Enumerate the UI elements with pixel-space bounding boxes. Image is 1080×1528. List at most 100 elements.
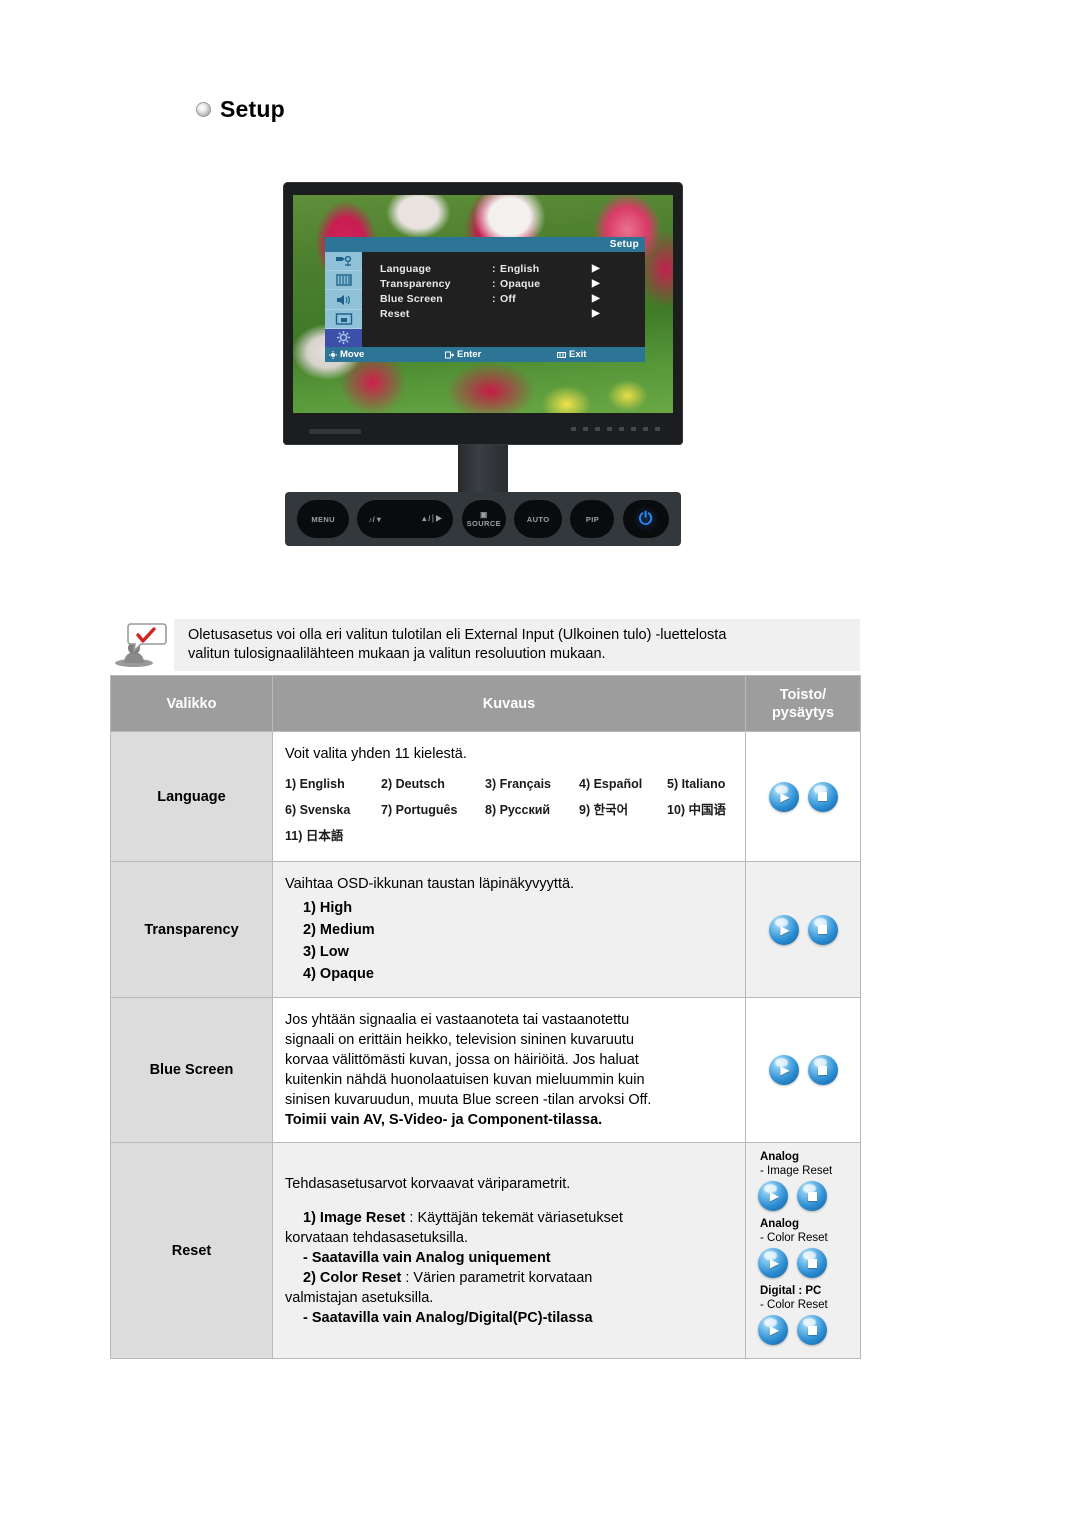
description-transparency: Vaihtaa OSD-ikkunan taustan läpinäkyvyyt…: [272, 861, 746, 998]
blue-screen-line-1: Jos yhtään signaalia ei vastaanoteta tai…: [285, 1012, 630, 1028]
osd-footer-enter: Enter: [445, 349, 557, 360]
play-sphere-icon[interactable]: ▶: [758, 1315, 788, 1345]
auto-button[interactable]: AUTO: [514, 500, 563, 538]
play-stop-pair: ▶: [751, 1248, 828, 1278]
source-button[interactable]: ▣ SOURCE: [461, 500, 506, 538]
pip-icon[interactable]: [325, 310, 362, 329]
pip-button[interactable]: PIP: [570, 500, 615, 538]
play-stop-pair: ▶: [747, 914, 859, 945]
blue-screen-bold-note: Toimii vain AV, S-Video- ja Component-ti…: [285, 1112, 603, 1128]
blue-screen-line-5: sinisen kuvaruudun, muuta Blue screen -t…: [285, 1092, 652, 1108]
reset-item-1-note: - Saatavilla vain Analog uniquement: [303, 1249, 551, 1266]
chevron-right-icon: ▶: [592, 293, 600, 304]
language-item: 5) Italiano: [667, 777, 726, 791]
note-box: Oletusasetus voi olla eri valitun tuloti…: [110, 619, 860, 671]
monitor-screen: Setup Language: English ▶ Transparency …: [293, 195, 673, 413]
osd-row-language[interactable]: Language : English ▶: [380, 261, 645, 276]
setup-gear-icon[interactable]: [325, 328, 362, 348]
brand-logo: [309, 429, 361, 434]
osd-title: Setup: [325, 237, 645, 252]
stop-sphere-icon[interactable]: [797, 1315, 827, 1345]
monitor-control-panel: MENU ♪/▼ ▲/⏐▶ ▣ SOURCE AUTO PIP ⏻: [285, 492, 681, 546]
language-item: 2) Deutsch: [381, 777, 445, 791]
osd-row-value: Opaque: [500, 277, 541, 290]
input-source-icon[interactable]: [325, 252, 362, 272]
language-list: 1) English 2) Deutsch 3) Français 4) Españo…: [285, 771, 745, 849]
osd-footer-label: Exit: [569, 349, 587, 360]
osd-footer-label: Move: [340, 349, 365, 360]
blue-screen-line-3: korvaa välittömästi kuvan, jossa on häir…: [285, 1052, 639, 1068]
stop-sphere-icon[interactable]: [807, 1055, 838, 1085]
description-reset: Tehdasasetusarvot korvaavat väriparametr…: [272, 1142, 746, 1359]
gear-bullet-icon: [196, 102, 211, 117]
play-sphere-icon[interactable]: ▶: [758, 1181, 788, 1211]
osd-row-label: Blue Screen: [380, 292, 443, 305]
osd-footer-move: Move: [329, 349, 445, 360]
play-sphere-icon[interactable]: ▶: [758, 1248, 788, 1278]
language-item: 1) English: [285, 777, 345, 791]
menu-button[interactable]: MENU: [297, 500, 350, 538]
reset-group-digital-pc-color: Digital : PC - Color Reset ▶: [751, 1284, 828, 1345]
menu-label-reset: Reset: [110, 1142, 273, 1359]
reset-group-analog-image: Analog - Image Reset ▶: [751, 1150, 832, 1211]
settings-table: Valikko Kuvaus Toisto/ pysäytys Language…: [110, 675, 861, 1359]
transparency-option: 3) Low: [303, 944, 349, 960]
stop-sphere-icon[interactable]: [797, 1181, 827, 1211]
chevron-right-icon: ▶: [592, 278, 600, 289]
reset-item-2-text: : Värien parametrit korvataan: [401, 1269, 593, 1286]
osd-row-label: Language: [380, 262, 432, 275]
exit-icon: [557, 351, 566, 358]
reset-intro: Tehdasasetusarvot korvaavat väriparametr…: [285, 1175, 571, 1192]
osd-row-label: Reset: [380, 307, 410, 320]
language-item: 11) 日本語: [285, 829, 344, 843]
stop-sphere-icon[interactable]: [807, 914, 838, 945]
power-button[interactable]: ⏻: [622, 500, 669, 538]
play-sphere-icon[interactable]: ▶: [768, 914, 799, 945]
play-sphere-icon[interactable]: ▶: [768, 1055, 799, 1085]
reset-group-sub: - Image Reset: [760, 1165, 833, 1177]
osd-row-colon: :: [492, 292, 496, 305]
source-glyph-icon: ▣: [480, 510, 488, 519]
volume-button[interactable]: ♪/▼ ▲/⏐▶: [357, 500, 454, 538]
page-title-text: Setup: [220, 96, 285, 122]
reset-item-2: 2) Color Reset : Värien parametrit korva…: [285, 1268, 745, 1288]
reset-group-sub: - Color Reset: [760, 1299, 828, 1311]
table-row-reset: Reset Tehdasasetusarvot korvaavat väripa…: [110, 1142, 861, 1359]
transparency-option: 2) Medium: [303, 922, 375, 938]
osd-row-colon: :: [492, 277, 496, 290]
table-row-blue-screen: Blue Screen Jos yhtään signaalia ei vast…: [110, 997, 861, 1143]
header-play-line1: Toisto/: [779, 686, 827, 703]
osd-row-reset[interactable]: Reset ▶: [380, 306, 645, 321]
description-blue-screen: Jos yhtään signaalia ei vastaanoteta tai…: [272, 997, 746, 1143]
table-row-language: Language Voit valita yhden 11 kielestä. …: [110, 731, 861, 862]
note-line-2: valitun tulosignaalilähteen mukaan ja va…: [188, 646, 606, 662]
play-stop-pair: ▶: [747, 1055, 859, 1085]
reset-group-sub: - Color Reset: [760, 1232, 828, 1244]
sound-icon[interactable]: [325, 290, 362, 310]
osd-row-blue-screen[interactable]: Blue Screen : Off ▶: [380, 291, 645, 306]
osd-row-label: Transparency: [380, 277, 451, 290]
stop-sphere-icon[interactable]: [797, 1248, 827, 1278]
transparency-intro: Vaihtaa OSD-ikkunan taustan läpinäkyvyyt…: [285, 876, 575, 892]
description-language: Voit valita yhden 11 kielestä. 1) Englis…: [272, 731, 746, 862]
language-item: 9) 한국어: [579, 803, 629, 817]
header-play: Toisto/ pysäytys: [745, 675, 861, 732]
language-list-row3: 11) 日本語: [285, 823, 745, 849]
stop-sphere-icon[interactable]: [807, 781, 838, 812]
language-item: 8) Русский: [485, 803, 551, 817]
picture-icon[interactable]: [325, 271, 362, 291]
blue-screen-line-4: kuitenkin nähdä huonolaatuisen kuvan mie…: [285, 1072, 645, 1088]
play-sphere-icon[interactable]: ▶: [768, 781, 799, 812]
chevron-right-icon: ▶: [592, 263, 600, 274]
header-play-line2: pysäytys: [771, 704, 835, 721]
language-item: 4) Español: [579, 777, 643, 791]
osd-footer: Move Enter Exit: [325, 347, 645, 362]
osd-sidebar: [325, 252, 362, 348]
reset-group-title: Analog: [760, 1218, 799, 1230]
osd-row-value: Off: [500, 292, 516, 305]
osd-row-transparency[interactable]: Transparency : Opaque ▶: [380, 276, 645, 291]
osd-body: Language : English ▶ Transparency : Opaq…: [325, 252, 645, 348]
language-intro: Voit valita yhden 11 kielestä.: [285, 746, 467, 762]
play-stop-pair: ▶: [747, 781, 859, 812]
